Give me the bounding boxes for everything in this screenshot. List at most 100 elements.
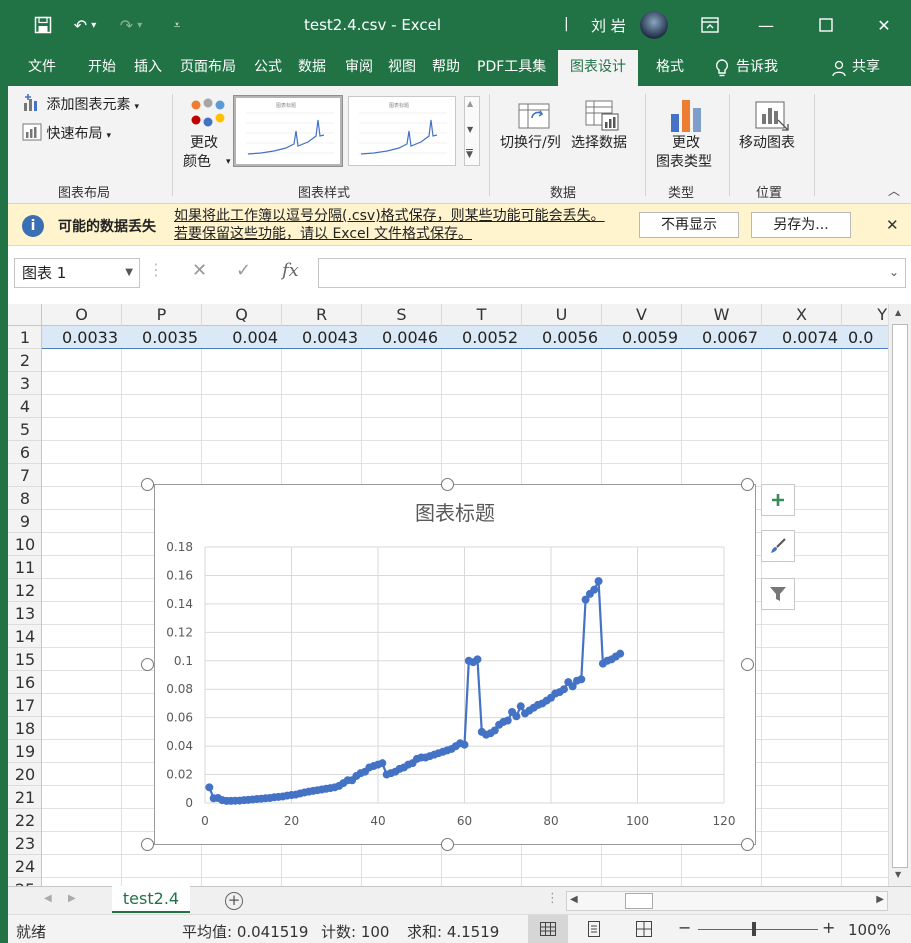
gallery-more-icon[interactable]: ▼ [466, 149, 473, 160]
row-header[interactable]: 10 [8, 533, 41, 556]
gallery-down-icon[interactable]: ▼ [467, 125, 473, 134]
ribbon-display-options-icon[interactable] [698, 13, 722, 37]
data-point[interactable] [460, 740, 469, 749]
row-header[interactable]: 22 [8, 809, 41, 832]
scroll-down-icon[interactable]: ▼ [895, 870, 901, 879]
row-header[interactable]: 11 [8, 556, 41, 579]
drag-handle-icon[interactable]: ⋮ [148, 260, 164, 279]
data-point[interactable] [378, 759, 387, 768]
row-header[interactable]: 18 [8, 717, 41, 740]
cancel-icon[interactable]: ✕ [192, 260, 207, 281]
save-as-button[interactable]: 另存为... [751, 212, 851, 238]
chart-title[interactable]: 图表标题 [415, 501, 495, 525]
customize-qat-icon[interactable]: ⩡ [166, 14, 188, 36]
column-header[interactable]: W [682, 304, 762, 326]
select-all-corner[interactable] [8, 304, 42, 326]
data-point[interactable] [577, 675, 586, 684]
resize-handle[interactable] [141, 838, 154, 851]
cell[interactable]: 0.0033 [42, 326, 122, 349]
row-header[interactable]: 5 [8, 418, 41, 441]
data-point[interactable] [473, 655, 482, 664]
next-sheet-icon[interactable]: ▶ [68, 893, 76, 904]
column-header[interactable]: S [362, 304, 442, 326]
gallery-up-icon[interactable]: ▲ [467, 99, 473, 108]
resize-handle[interactable] [441, 838, 454, 851]
change-colors-button[interactable]: 更改 颜色 ▾ [180, 94, 236, 174]
normal-view-button[interactable] [528, 915, 568, 943]
share-button[interactable]: 共享 [826, 50, 886, 86]
scroll-right-icon[interactable]: ▶ [876, 894, 884, 905]
message-text[interactable]: 如果将此工作簿以逗号分隔(.csv)格式保存，则某些功能可能会丢失。若要保留这些… [174, 207, 614, 243]
data-point[interactable] [616, 649, 625, 658]
tab-format[interactable]: 格式 [650, 50, 690, 86]
cell[interactable]: 0.0052 [442, 326, 522, 349]
resize-handle[interactable] [141, 658, 154, 671]
data-point[interactable] [559, 685, 568, 694]
move-chart-button[interactable]: 移动图表 [736, 94, 806, 174]
switch-row-column-button[interactable]: 切换行/列 [498, 94, 570, 174]
column-header[interactable]: T [442, 304, 522, 326]
close-icon[interactable]: ✕ [872, 13, 896, 37]
zoom-level[interactable]: 100% [848, 921, 891, 939]
cell[interactable]: 0.004 [202, 326, 282, 349]
horizontal-scroll-thumb[interactable] [625, 893, 653, 909]
row-header[interactable]: 1 [8, 326, 41, 349]
resize-handle[interactable] [441, 478, 454, 491]
tab-tell-me[interactable]: 告诉我 [708, 50, 784, 86]
data-point[interactable] [205, 783, 214, 792]
avatar[interactable] [640, 11, 668, 39]
column-header[interactable]: Q [202, 304, 282, 326]
cell[interactable]: 0.0043 [282, 326, 362, 349]
cell[interactable]: 0.0067 [682, 326, 762, 349]
status-average[interactable]: 平均值: 0.041519 [182, 921, 308, 942]
cell[interactable]: 0.0074 [762, 326, 842, 349]
data-point[interactable] [512, 712, 521, 721]
splitter-icon[interactable]: ⋮ [546, 891, 559, 906]
tab-home[interactable]: 开始 [82, 50, 122, 86]
tab-pdf-tools[interactable]: PDF工具集 [471, 50, 552, 86]
resize-handle[interactable] [141, 478, 154, 491]
cell[interactable]: 0.0059 [602, 326, 682, 349]
cell[interactable]: 0.0046 [362, 326, 442, 349]
prev-sheet-icon[interactable]: ◀ [44, 893, 52, 904]
column-header[interactable]: O [42, 304, 122, 326]
sheet-tab[interactable]: test2.4 [112, 886, 190, 913]
row-header[interactable]: 19 [8, 740, 41, 763]
row-header[interactable]: 15 [8, 648, 41, 671]
tab-view[interactable]: 视图 [382, 50, 422, 86]
collapse-ribbon-icon[interactable]: ︿ [888, 182, 900, 199]
zoom-slider[interactable] [698, 929, 818, 930]
row-header[interactable]: 14 [8, 625, 41, 648]
zoom-slider-thumb[interactable] [752, 922, 756, 936]
scroll-left-icon[interactable]: ◀ [570, 894, 578, 905]
row-header[interactable]: 8 [8, 487, 41, 510]
close-message-icon[interactable]: ✕ [886, 216, 899, 234]
quick-layout-button[interactable]: 快速布局 ▾ [22, 123, 111, 143]
tab-page-layout[interactable]: 页面布局 [174, 50, 242, 86]
user-name[interactable]: 刘 岩 [591, 15, 626, 36]
row-header[interactable]: 3 [8, 372, 41, 395]
enter-icon[interactable]: ✓ [236, 260, 251, 281]
data-point[interactable] [516, 702, 525, 711]
tab-insert[interactable]: 插入 [128, 50, 168, 86]
column-header[interactable]: V [602, 304, 682, 326]
resize-handle[interactable] [741, 658, 754, 671]
chart-styles-button[interactable] [761, 530, 795, 562]
minimize-icon[interactable]: — [754, 13, 778, 37]
maximize-icon[interactable] [814, 13, 838, 37]
data-point[interactable] [590, 585, 599, 594]
resize-handle[interactable] [741, 838, 754, 851]
tab-review[interactable]: 审阅 [339, 50, 379, 86]
tab-chart-design[interactable]: 图表设计 [558, 50, 638, 86]
page-layout-view-icon[interactable] [586, 921, 602, 941]
row-header[interactable]: 2 [8, 349, 41, 372]
dont-show-again-button[interactable]: 不再显示 [639, 212, 739, 238]
row-header[interactable]: 12 [8, 579, 41, 602]
chart-style-2[interactable]: 图表标题 [348, 96, 456, 166]
chart-style-1[interactable]: 图表标题 [234, 96, 342, 166]
expand-formula-icon[interactable]: ⌄ [889, 265, 899, 279]
status-count[interactable]: 计数: 100 [321, 921, 389, 942]
column-header[interactable]: P [122, 304, 202, 326]
redo-icon[interactable]: ↷ ▾ [114, 14, 148, 36]
chart-filters-button[interactable] [761, 578, 795, 610]
